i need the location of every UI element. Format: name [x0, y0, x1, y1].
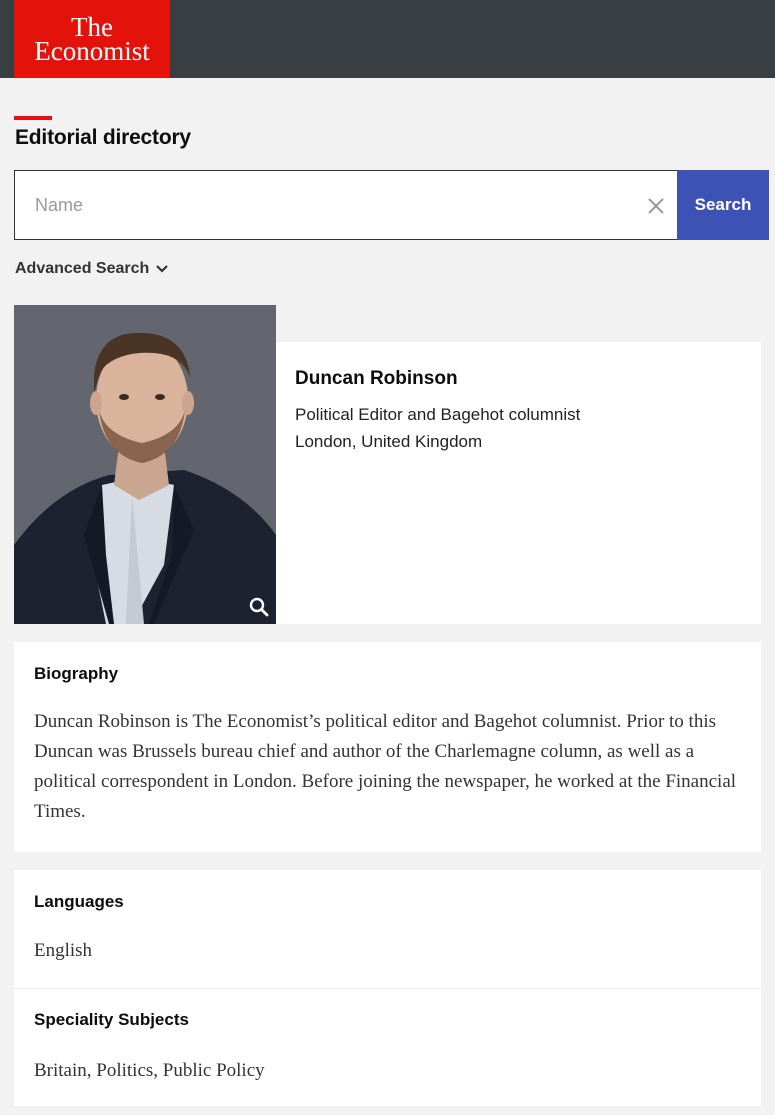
profile-card: Duncan Robinson Political Editor and Bag… [276, 342, 761, 624]
biography-section: Biography Duncan Robinson is The Economi… [14, 642, 761, 852]
profile-photo[interactable] [14, 305, 276, 624]
search-button[interactable]: Search [677, 170, 769, 240]
zoom-icon[interactable] [248, 596, 270, 618]
logo-line-2: Economist [34, 36, 150, 66]
profile-section: Duncan Robinson Political Editor and Bag… [14, 305, 761, 624]
clear-icon[interactable] [645, 195, 667, 217]
languages-heading: Languages [34, 892, 124, 911]
logo-line-1: The [71, 12, 113, 42]
languages-value: English [34, 940, 93, 961]
chevron-down-icon [156, 265, 169, 273]
page-title: Editorial directory [15, 126, 191, 149]
title-accent-rule [14, 116, 52, 120]
section-divider [14, 988, 761, 989]
profile-name: Duncan Robinson [295, 368, 458, 389]
biography-text: Duncan Robinson is The Economist’s polit… [34, 711, 737, 822]
portrait-image [14, 305, 276, 624]
search-input[interactable] [15, 171, 677, 239]
economist-logo[interactable]: The Economist [14, 0, 170, 78]
profile-location: London, United Kingdom [295, 432, 483, 451]
search-field-container [14, 170, 677, 240]
advanced-search-label: Advanced Search [15, 260, 150, 277]
search-bar: Search [14, 170, 769, 240]
advanced-search-toggle[interactable]: Advanced Search [15, 260, 169, 278]
subjects-value: Britain, Politics, Public Policy [34, 1060, 265, 1081]
profile-role: Political Editor and Bagehot columnist [295, 405, 581, 424]
details-section: Languages English Speciality Subjects Br… [14, 870, 761, 1106]
biography-heading: Biography [34, 664, 119, 683]
site-header: The Economist [0, 0, 775, 78]
subjects-heading: Speciality Subjects [34, 1010, 189, 1029]
